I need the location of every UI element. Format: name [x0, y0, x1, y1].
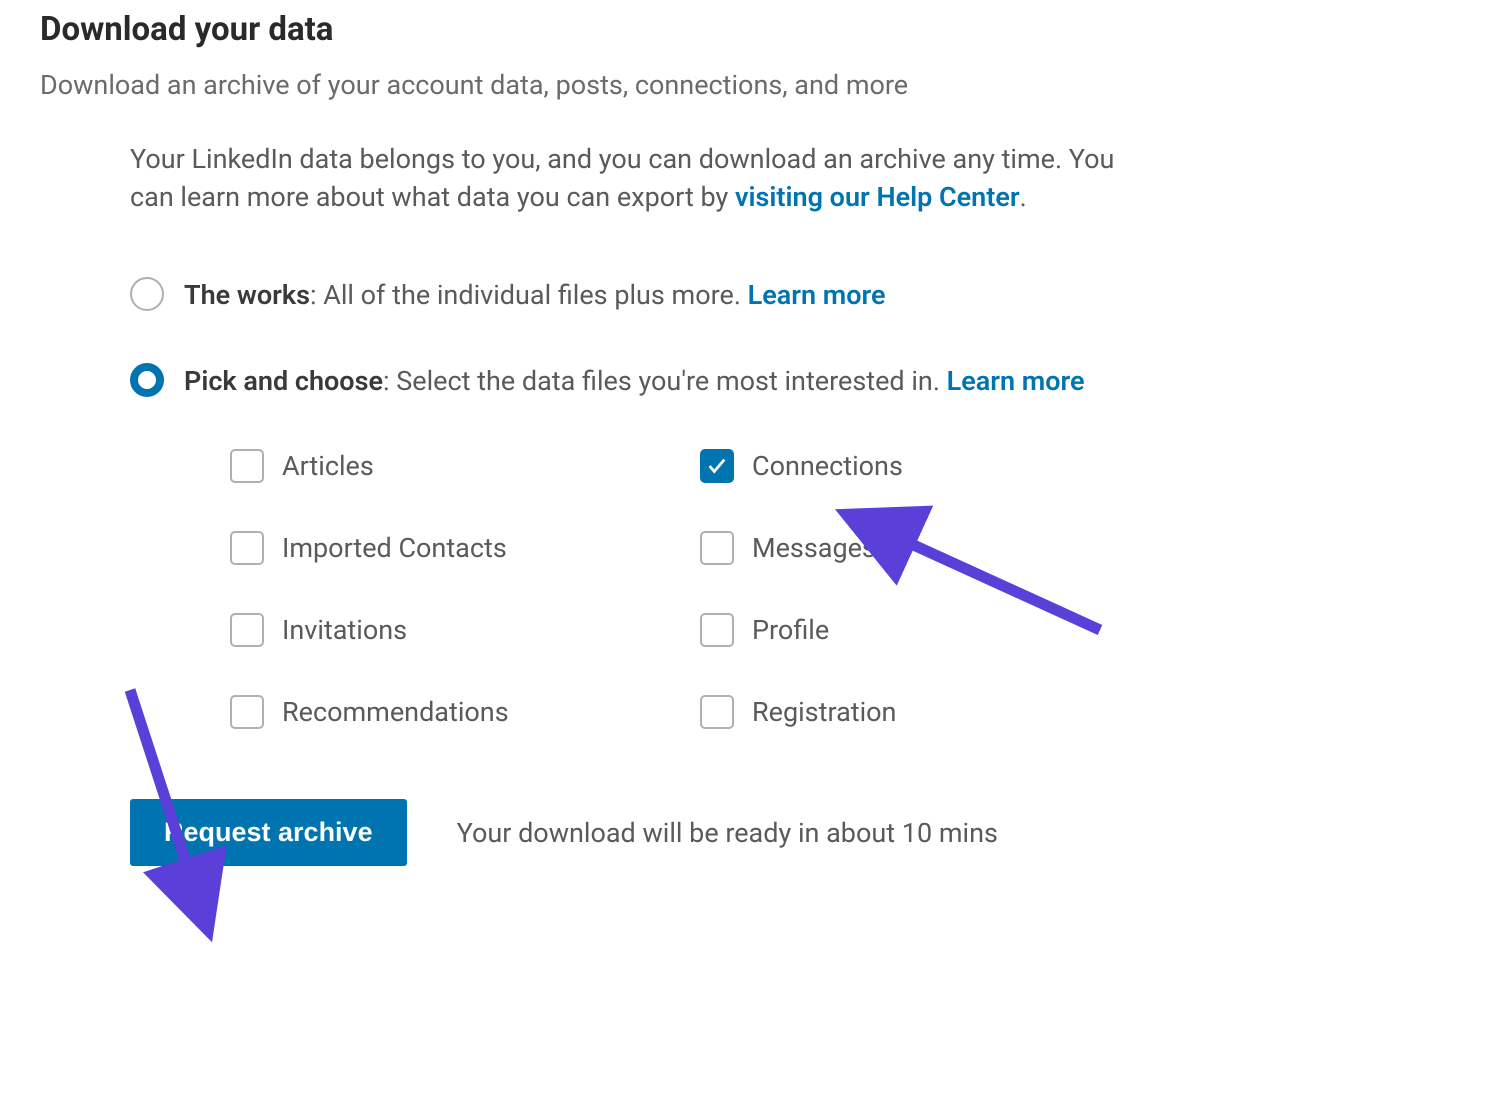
checkbox-label-articles: Articles	[282, 450, 374, 482]
checkbox-unchecked-icon	[230, 449, 264, 483]
request-archive-button[interactable]: Request archive	[130, 799, 407, 866]
option-the-works-desc: : All of the individual files plus more.	[310, 279, 748, 311]
page-title: Download your data	[40, 10, 1460, 49]
export-option-group: The works: All of the individual files p…	[130, 277, 1160, 400]
checkbox-label-messages: Messages	[752, 532, 876, 564]
download-ready-note: Your download will be ready in about 10 …	[457, 817, 998, 849]
radio-unchecked-icon	[130, 277, 164, 311]
checkbox-unchecked-icon	[700, 695, 734, 729]
option-the-works-label: The works: All of the individual files p…	[184, 277, 886, 313]
option-the-works-bold: The works	[184, 279, 310, 311]
checkbox-unchecked-icon	[230, 613, 264, 647]
content-area: Your LinkedIn data belongs to you, and y…	[40, 141, 1160, 866]
pick-learn-more-link[interactable]: Learn more	[947, 365, 1085, 397]
checkbox-item-articles[interactable]: Articles	[230, 449, 680, 483]
intro-text-after: .	[1020, 181, 1027, 213]
checkbox-item-invitations[interactable]: Invitations	[230, 613, 680, 647]
checkbox-label-profile: Profile	[752, 614, 829, 646]
check-icon	[706, 455, 728, 477]
checkbox-checked-icon	[700, 449, 734, 483]
option-pick-and-choose-label: Pick and choose: Select the data files y…	[184, 363, 1085, 399]
checkbox-item-connections[interactable]: Connections	[700, 449, 1150, 483]
checkbox-unchecked-icon	[230, 695, 264, 729]
option-pick-bold: Pick and choose	[184, 365, 383, 397]
checkbox-item-registration[interactable]: Registration	[700, 695, 1150, 729]
checkbox-label-connections: Connections	[752, 450, 903, 482]
option-pick-desc: : Select the data files you're most inte…	[383, 365, 947, 397]
checkbox-label-registration: Registration	[752, 696, 896, 728]
page-subtitle: Download an archive of your account data…	[40, 69, 1460, 101]
option-the-works[interactable]: The works: All of the individual files p…	[130, 277, 1160, 313]
help-center-link[interactable]: visiting our Help Center	[735, 181, 1020, 213]
checkbox-item-imported-contacts[interactable]: Imported Contacts	[230, 531, 680, 565]
checkbox-label-invitations: Invitations	[282, 614, 407, 646]
checkbox-item-recommendations[interactable]: Recommendations	[230, 695, 680, 729]
checkbox-item-messages[interactable]: Messages	[700, 531, 1150, 565]
radio-checked-icon	[130, 363, 164, 397]
checkbox-unchecked-icon	[700, 613, 734, 647]
option-pick-and-choose[interactable]: Pick and choose: Select the data files y…	[130, 363, 1160, 399]
checkbox-item-profile[interactable]: Profile	[700, 613, 1150, 647]
checkbox-label-imported-contacts: Imported Contacts	[282, 532, 507, 564]
checkbox-label-recommendations: Recommendations	[282, 696, 509, 728]
checkbox-unchecked-icon	[700, 531, 734, 565]
data-file-checkbox-grid: Articles Connections Imported Contacts M…	[130, 449, 1160, 729]
checkbox-unchecked-icon	[230, 531, 264, 565]
intro-text: Your LinkedIn data belongs to you, and y…	[130, 141, 1160, 217]
the-works-learn-more-link[interactable]: Learn more	[748, 279, 886, 311]
action-row: Request archive Your download will be re…	[130, 799, 1160, 866]
